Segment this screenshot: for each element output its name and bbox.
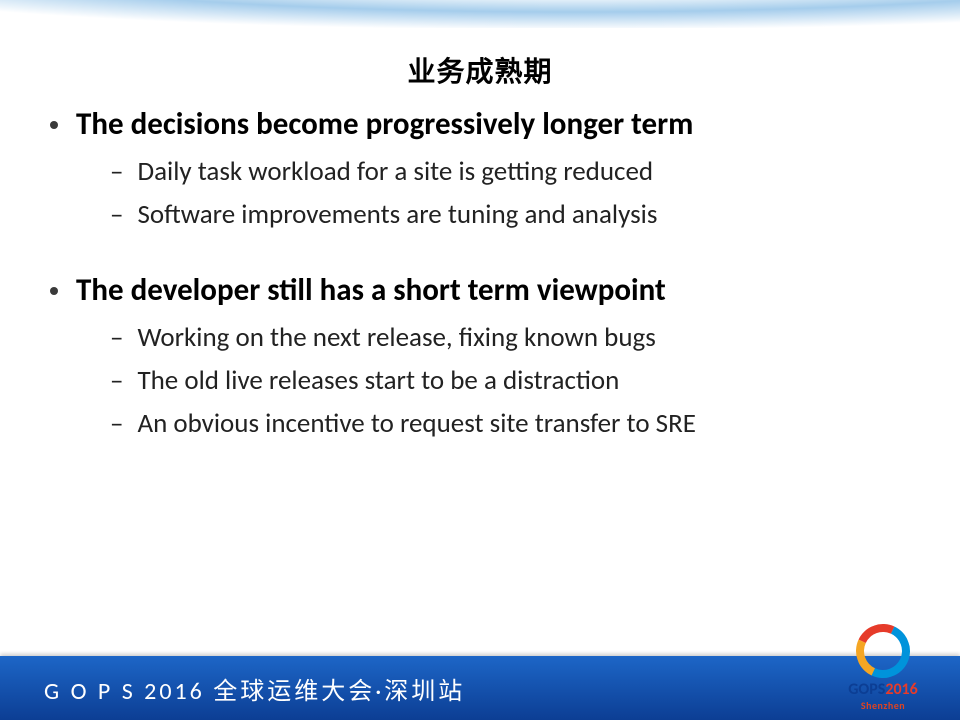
bullet-2-sub-2-text: The old live releases start to be a dist… bbox=[137, 364, 619, 397]
bullet-2-text: The developer still has a short term vie… bbox=[76, 271, 666, 309]
slide-content: The decisions become progressively longe… bbox=[40, 105, 920, 480]
header-decorative-streak bbox=[0, 0, 960, 28]
bullet-2-sub-3-text: An obvious incentive to request site tra… bbox=[137, 407, 695, 440]
bullet-2-sub-2: – The old live releases start to be a di… bbox=[110, 364, 920, 397]
bullet-2-sub-1: – Working on the next release, fixing kn… bbox=[110, 321, 920, 354]
bullet-2-sub-3: – An obvious incentive to request site t… bbox=[110, 407, 920, 440]
dash-icon: – bbox=[110, 321, 123, 354]
bullet-1-text: The decisions become progressively longe… bbox=[76, 105, 693, 143]
bullet-1: The decisions become progressively longe… bbox=[40, 105, 920, 231]
dash-icon: – bbox=[110, 198, 123, 231]
bullet-1-sub-1-text: Daily task workload for a site is gettin… bbox=[137, 155, 653, 188]
bullet-disc-icon bbox=[50, 121, 58, 129]
dash-icon: – bbox=[110, 364, 123, 397]
slide-title: 业务成熟期 bbox=[0, 50, 960, 90]
logo-name: GOPS bbox=[848, 680, 885, 699]
bullet-1-sub-2-text: Software improvements are tuning and ana… bbox=[137, 198, 657, 231]
logo-text: GOPS2016 bbox=[828, 680, 938, 699]
footer-text: G O P S 2016 全球运维大会·深圳站 bbox=[44, 671, 465, 706]
bullet-disc-icon bbox=[50, 287, 58, 295]
bullet-2-sub-1-text: Working on the next release, fixing know… bbox=[137, 321, 655, 354]
bullet-2: The developer still has a short term vie… bbox=[40, 271, 920, 440]
bullet-1-sub-2: – Software improvements are tuning and a… bbox=[110, 198, 920, 231]
dash-icon: – bbox=[110, 155, 123, 188]
logo-ring-icon bbox=[854, 622, 912, 680]
footer-bar: G O P S 2016 全球运维大会·深圳站 bbox=[0, 656, 960, 720]
dash-icon: – bbox=[110, 407, 123, 440]
logo-city: Shenzhen bbox=[828, 699, 938, 712]
logo-year: 2016 bbox=[885, 680, 917, 699]
event-logo: GOPS2016 Shenzhen bbox=[828, 622, 938, 712]
bullet-1-sub-1: – Daily task workload for a site is gett… bbox=[110, 155, 920, 188]
